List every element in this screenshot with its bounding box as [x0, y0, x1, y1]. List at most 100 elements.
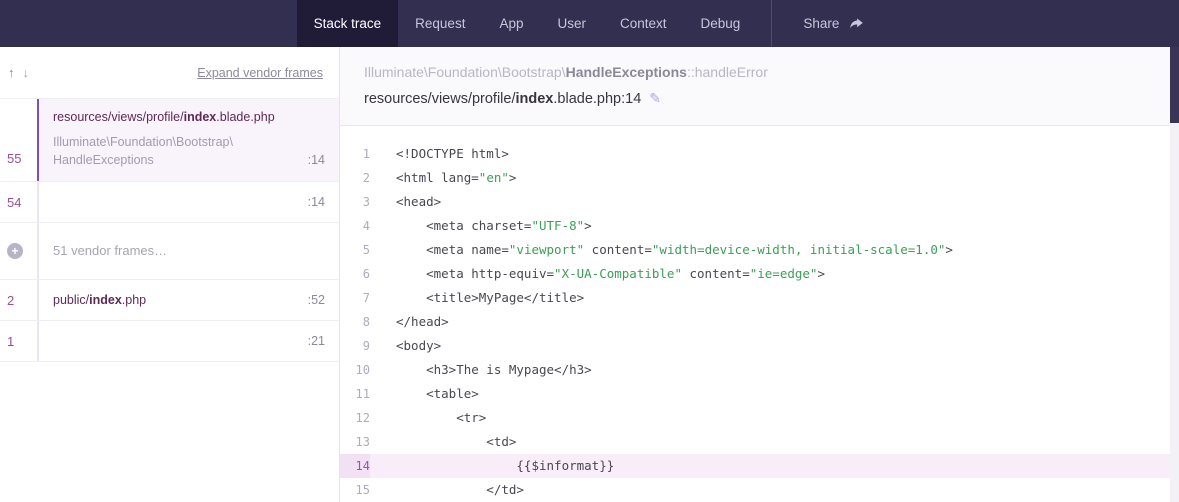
- line-number: 5: [340, 238, 370, 262]
- tab-debug[interactable]: Debug: [684, 0, 758, 47]
- sidebar-header: ↑ ↓ Expand vendor frames: [0, 47, 339, 99]
- line-number: 3: [340, 190, 370, 214]
- frame-row-54[interactable]: 54 :14: [0, 182, 339, 223]
- code-text: <meta http-equiv="X-UA-Compatible" conte…: [370, 262, 825, 286]
- frame-row-55[interactable]: 55 resources/views/profile/index.blade.p…: [0, 99, 339, 182]
- frame-number: 54: [0, 182, 37, 222]
- code-line-11: 11 <table>: [340, 382, 1179, 406]
- code-text: {{$informat}}: [370, 454, 614, 478]
- code-text: <title>MyPage</title>: [370, 286, 584, 310]
- line-number: 7: [340, 286, 370, 310]
- frames-list: 55 resources/views/profile/index.blade.p…: [0, 99, 339, 362]
- expand-vendor-frames-link[interactable]: Expand vendor frames: [197, 66, 323, 80]
- frame-file-path: public/index.php: [53, 293, 146, 307]
- code-line-2: 2<html lang="en">: [340, 166, 1179, 190]
- scrollbar-thumb[interactable]: [1170, 47, 1179, 123]
- frame-class: Illuminate\Foundation\Bootstrap\ HandleE…: [53, 133, 325, 169]
- code-line-12: 12 <tr>: [340, 406, 1179, 430]
- edit-pencil-icon[interactable]: ✎: [649, 90, 661, 106]
- nav-divider: [771, 0, 772, 47]
- code-text: </td>: [370, 478, 524, 502]
- main-panel: Illuminate\Foundation\Bootstrap\HandleEx…: [340, 47, 1179, 502]
- code-text: <tr>: [370, 406, 486, 430]
- frame-number: 1: [0, 321, 37, 361]
- exception-class-line: Illuminate\Foundation\Bootstrap\HandleEx…: [364, 64, 1155, 80]
- ignition-error-page: Stack trace Request App User Context Deb…: [0, 0, 1179, 502]
- line-number: 15: [340, 478, 370, 502]
- code-line-7: 7 <title>MyPage</title>: [340, 286, 1179, 310]
- frame-body: :21: [37, 321, 339, 361]
- line-number: 11: [340, 382, 370, 406]
- frame-line-number: :21: [308, 334, 325, 348]
- frame-file-basename: index: [184, 110, 217, 124]
- frame-class-namespace: Illuminate\Foundation\Bootstrap\: [53, 133, 325, 151]
- tab-user[interactable]: User: [540, 0, 603, 47]
- tab-stack-trace[interactable]: Stack trace: [297, 0, 399, 47]
- frame-line-number: :14: [308, 195, 325, 209]
- code-text: <h3>The is Mypage</h3>: [370, 358, 592, 382]
- exception-method: ::handleError: [687, 64, 768, 80]
- frame-file-prefix: resources/views/profile/: [53, 110, 184, 124]
- exception-class-name: HandleExceptions: [566, 64, 687, 80]
- frame-class-name: HandleExceptions: [53, 151, 154, 169]
- line-number: 10: [340, 358, 370, 382]
- line-number: 4: [340, 214, 370, 238]
- code-text: <td>: [370, 430, 516, 454]
- nav-tabs: Stack trace Request App User Context Deb…: [297, 0, 883, 47]
- frame-line-number: :14: [308, 151, 325, 169]
- tab-context[interactable]: Context: [603, 0, 684, 47]
- next-frame-arrow-icon[interactable]: ↓: [19, 65, 34, 80]
- frame-body: 51 vendor frames…: [37, 223, 339, 279]
- vendor-frames-row[interactable]: + 51 vendor frames…: [0, 223, 339, 280]
- line-number: 14: [340, 454, 370, 478]
- stack-trace-sidebar: ↑ ↓ Expand vendor frames 55 resources/vi…: [0, 47, 340, 502]
- main-header: Illuminate\Foundation\Bootstrap\HandleEx…: [340, 47, 1179, 107]
- code-line-15: 15 </td>: [340, 478, 1179, 502]
- share-button[interactable]: Share: [786, 0, 882, 47]
- tab-request[interactable]: Request: [398, 0, 482, 47]
- frame-body: :14: [37, 182, 339, 222]
- code-text: <head>: [370, 190, 441, 214]
- frame-body: public/index.php :52: [37, 280, 339, 320]
- expand-plus-icon[interactable]: +: [7, 243, 23, 259]
- frame-body: resources/views/profile/index.blade.php …: [37, 99, 339, 181]
- code-text: <!DOCTYPE html>: [370, 142, 509, 166]
- code-line-4: 4 <meta charset="UTF-8">: [340, 214, 1179, 238]
- code-line-10: 10 <h3>The is Mypage</h3>: [340, 358, 1179, 382]
- code-line-5: 5 <meta name="viewport" content="width=d…: [340, 238, 1179, 262]
- share-label: Share: [803, 16, 839, 31]
- code-text: <table>: [370, 382, 479, 406]
- frame-row-2[interactable]: 2 public/index.php :52: [0, 280, 339, 321]
- top-navbar: Stack trace Request App User Context Deb…: [0, 0, 1179, 47]
- scrollbar-track[interactable]: [1170, 47, 1179, 502]
- line-number: 9: [340, 334, 370, 358]
- code-text: </head>: [370, 310, 449, 334]
- code-text: <body>: [370, 334, 441, 358]
- vendor-frames-label: 51 vendor frames…: [53, 243, 167, 258]
- file-path-line: resources/views/profile/index.blade.php:…: [364, 90, 1155, 107]
- frame-file-suffix: .blade.php: [216, 110, 274, 124]
- share-icon: [848, 16, 865, 31]
- file-dir: resources/views/profile/: [364, 91, 516, 107]
- frame-file-path: resources/views/profile/index.blade.php: [53, 110, 325, 124]
- code-text: <html lang="en">: [370, 166, 516, 190]
- code-line-13: 13 <td>: [340, 430, 1179, 454]
- code-viewer: 1<!DOCTYPE html>2<html lang="en">3<head>…: [340, 125, 1179, 502]
- frame-row-1[interactable]: 1 :21: [0, 321, 339, 362]
- frame-file-prefix: public/: [53, 293, 89, 307]
- file-basename: index: [516, 91, 554, 107]
- code-line-6: 6 <meta http-equiv="X-UA-Compatible" con…: [340, 262, 1179, 286]
- code-line-14: 14 {{$informat}}: [340, 454, 1179, 478]
- code-line-8: 8</head>: [340, 310, 1179, 334]
- exception-namespace: Illuminate\Foundation\Bootstrap\: [364, 64, 566, 80]
- line-number: 2: [340, 166, 370, 190]
- line-number: 13: [340, 430, 370, 454]
- tab-app[interactable]: App: [482, 0, 540, 47]
- frame-file-basename: index: [89, 293, 122, 307]
- line-number: 12: [340, 406, 370, 430]
- code-line-9: 9<body>: [340, 334, 1179, 358]
- frame-line-number: :52: [308, 293, 325, 307]
- code-text: <meta charset="UTF-8">: [370, 214, 592, 238]
- line-number: 6: [340, 262, 370, 286]
- prev-frame-arrow-icon[interactable]: ↑: [4, 65, 19, 80]
